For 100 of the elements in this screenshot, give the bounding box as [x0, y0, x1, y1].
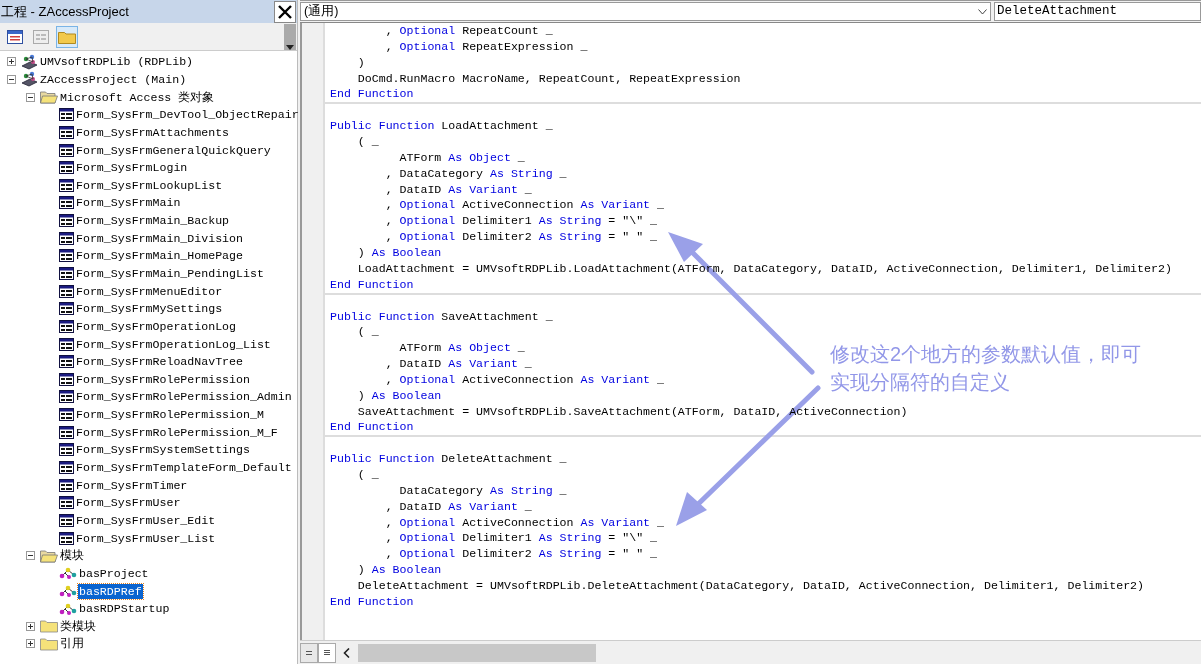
tree-item[interactable]: Form_SysFrmOperationLog_List — [75, 336, 272, 352]
tree-item[interactable]: Form_SysFrmLogin — [75, 160, 189, 176]
tree-item[interactable]: Form_SysFrmUser_Edit — [75, 512, 217, 528]
expand-toggle[interactable] — [25, 551, 35, 561]
expand-toggle[interactable] — [25, 621, 35, 631]
tree-item[interactable]: Microsoft Access 类对象 — [59, 89, 216, 105]
tree-item[interactable]: Form_SysFrmMain — [75, 195, 182, 211]
code-line: ) As Boolean — [356, 244, 442, 261]
tree-item[interactable]: UMVsoftRDPLib (RDPLib) — [39, 54, 195, 70]
tree-item[interactable]: Form_SysFrmRolePermission_Admin — [75, 389, 293, 405]
lines-icon — [324, 650, 330, 655]
code-line: Public Function DeleteAttachment _ — [330, 451, 567, 468]
form-icon — [59, 249, 74, 263]
form-icon — [59, 178, 74, 192]
tree-item[interactable]: 模块 — [59, 548, 85, 564]
code-line: , DataID As Variant _ — [384, 181, 532, 198]
procedure-view-button[interactable] — [300, 642, 318, 663]
tree-item[interactable]: Form_SysFrmMain_PendingList — [75, 266, 265, 281]
tree-item[interactable]: Form_SysFrmRolePermission_M — [75, 407, 265, 423]
tree-item[interactable]: ZAccessProject (Main) — [39, 71, 188, 87]
tree-item[interactable]: Form_SysFrmRolePermission — [75, 371, 251, 387]
form-icon — [59, 302, 74, 316]
tree-item[interactable]: Form_SysFrmLookupList — [75, 177, 224, 193]
tree-item[interactable]: basRDPStartup — [78, 601, 171, 617]
code-line: ( _ — [356, 324, 379, 341]
tree-item[interactable]: Form_SysFrmSystemSettings — [75, 442, 251, 458]
scrollbar-thumb[interactable] — [358, 643, 596, 662]
code-line: Public Function LoadAttachment _ — [330, 118, 553, 135]
code-line: , Optional Delimiter2 As String = " " _ — [384, 546, 658, 563]
form-icon — [59, 284, 74, 298]
code-line: , Optional Delimiter1 As String = "\" _ — [384, 530, 658, 547]
code-line: DataCategory As String _ — [398, 482, 567, 499]
form-icon — [59, 337, 74, 351]
close-icon — [278, 4, 292, 19]
form-icon — [59, 531, 74, 545]
tree-item[interactable]: Form_SysFrmTimer — [75, 477, 189, 493]
annotation-note: 修改这2个地方的参数默认值，即可 实现分隔符的自定义 — [830, 342, 1142, 395]
form-icon — [59, 108, 74, 122]
tree-item[interactable]: Form_SysFrmAttachments — [75, 124, 231, 140]
form-icon — [59, 408, 74, 422]
module-icon — [59, 601, 77, 616]
code-line: ( _ — [356, 467, 379, 483]
code-line: , DataID As Variant _ — [384, 356, 532, 372]
tree-item[interactable]: Form_SysFrmRolePermission_M_F — [75, 424, 279, 440]
tree-item[interactable]: Form_SysFrmTemplateForm_Default — [75, 460, 293, 476]
folder-icon — [58, 29, 76, 44]
code-line: , Optional ActiveConnection As Variant _ — [384, 514, 664, 531]
project-icon — [21, 71, 38, 88]
close-button[interactable] — [274, 0, 296, 23]
code-line: End Function — [330, 276, 414, 293]
code-line: End Function — [330, 593, 414, 610]
tree-item[interactable]: Form_SysFrmMySettings — [75, 301, 224, 317]
module-icon — [59, 584, 77, 599]
tree-item[interactable]: basRDPRef — [78, 583, 143, 599]
code-line: , Optional ActiveConnection As Variant _ — [384, 197, 664, 214]
folder-icon — [40, 636, 58, 651]
tree-item[interactable]: Form_SysFrmGeneralQuickQuery — [75, 142, 272, 158]
full-module-view-button[interactable] — [318, 642, 336, 663]
form-icon — [59, 161, 74, 175]
code-line: , Optional RepeatCount _ — [384, 23, 553, 39]
form-icon — [59, 267, 74, 280]
code-line: DoCmd.RunMacro MacroName, RepeatCount, RepeatExpression — [356, 70, 741, 87]
expand-toggle[interactable] — [25, 92, 35, 102]
folder-icon — [40, 619, 58, 634]
code-line: , Optional Delimiter1 As String = "\" _ — [384, 213, 658, 230]
code-line: , Optional RepeatExpression _ — [384, 38, 588, 55]
form-icon — [59, 372, 74, 386]
tree-item[interactable]: 引用 — [59, 636, 85, 652]
tree-item[interactable]: Form_SysFrmMain_Division — [75, 230, 244, 246]
form-icon — [59, 214, 74, 228]
tree-item[interactable]: Form_SysFrmOperationLog — [75, 318, 238, 334]
code-line: , DataID As Variant _ — [384, 498, 532, 515]
tree-item[interactable]: Form_SysFrmMain_Backup — [75, 213, 231, 229]
form-icon — [59, 461, 74, 475]
form-icon — [59, 125, 74, 139]
tree-item[interactable]: Form_SysFrmReloadNavTree — [75, 354, 244, 370]
tree-item[interactable]: Form_SysFrmUser — [75, 495, 182, 511]
tree-item[interactable]: basProject — [78, 565, 150, 581]
expand-toggle[interactable] — [25, 639, 35, 649]
form-icon — [59, 425, 74, 439]
expand-toggle[interactable] — [6, 74, 16, 84]
panel-title: 工程 - ZAccessProject — [0, 2, 129, 21]
expand-toggle[interactable] — [6, 57, 16, 67]
code-line: ATForm As Object _ — [398, 149, 525, 166]
tree-item[interactable]: Form_SysFrmMenuEditor — [75, 283, 224, 299]
tree-item[interactable]: Form_SysFrm_DevTool_ObjectRepair — [75, 107, 300, 123]
tree-item[interactable]: Form_SysFrmUser_List — [75, 530, 217, 546]
procedure-dropdown[interactable]: DeleteAttachment — [994, 2, 1201, 21]
form-icon — [59, 319, 74, 333]
form-icon — [59, 143, 74, 157]
object-dropdown[interactable]: (通用) — [300, 2, 991, 21]
tree-item[interactable]: Form_SysFrmMain_HomePage — [75, 248, 244, 264]
code-line: , DataCategory As String _ — [384, 165, 567, 182]
lines-icon — [306, 650, 312, 655]
form-icon — [59, 513, 74, 527]
scrollbar-thumb[interactable] — [284, 23, 296, 50]
code-line: ( _ — [356, 134, 379, 150]
code-line: LoadAttachment = UMVsoftRDPLib.LoadAttachment(ATForm, DataCategory, DataID, ActiveConnection, Delimiter1, Delimiter2) — [356, 260, 1172, 277]
code-line: ) — [356, 54, 365, 71]
tree-item[interactable]: 类模块 — [59, 618, 97, 634]
